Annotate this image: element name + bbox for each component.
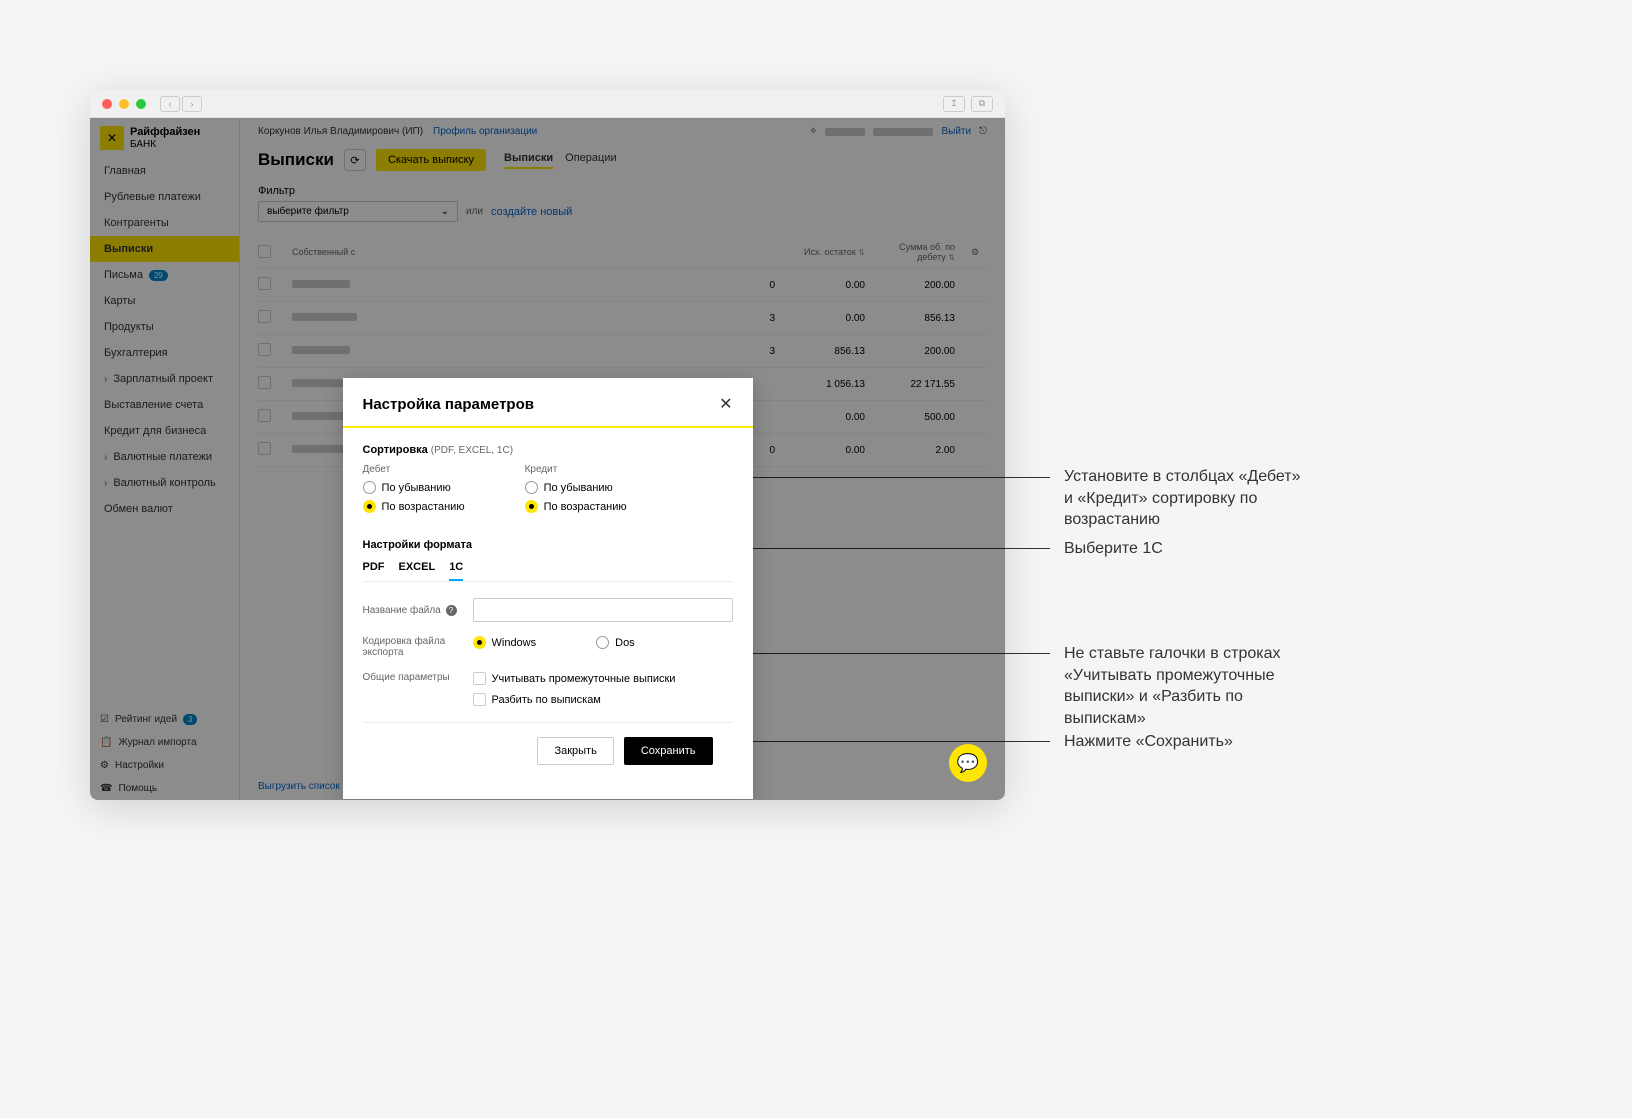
intermediate-checkbox[interactable]: Учитывать промежуточные выписки xyxy=(473,672,733,685)
filename-input[interactable] xyxy=(473,598,733,622)
close-window-icon[interactable] xyxy=(102,99,112,109)
format-tab-pdf[interactable]: PDF xyxy=(363,561,385,581)
traffic-lights xyxy=(102,99,146,109)
annotation-tab: Выберите 1С xyxy=(1064,538,1163,560)
annotation-sort: Установите в столбцах «Дебет» и «Кредит»… xyxy=(1064,466,1304,531)
credit-col-label: Кредит xyxy=(525,464,627,475)
tabs-icon[interactable]: ⧉ xyxy=(971,96,993,112)
split-checkbox[interactable]: Разбить по выпискам xyxy=(473,693,733,706)
annotation-checks: Не ставьте галочки в строках «Учитывать … xyxy=(1064,643,1294,729)
sort-section-label: Сортировка xyxy=(363,444,428,456)
credit-desc-radio[interactable]: По убыванию xyxy=(525,481,627,494)
maximize-window-icon[interactable] xyxy=(136,99,146,109)
browser-right-controls: ↥ ⧉ xyxy=(943,96,993,112)
app-content: ✕ Райффайзен БАНК ГлавнаяРублевые платеж… xyxy=(90,118,1005,800)
sort-section-sublabel: (PDF, EXCEL, 1C) xyxy=(431,445,513,456)
format-tab-excel[interactable]: EXCEL xyxy=(399,561,436,581)
minimize-window-icon[interactable] xyxy=(119,99,129,109)
debit-desc-radio[interactable]: По убыванию xyxy=(363,481,465,494)
nav-arrows: ‹ › xyxy=(160,96,202,112)
settings-modal: Настройка параметров ✕ Сортировка (PDF, … xyxy=(343,378,753,799)
browser-chrome: ‹ › ↥ ⧉ xyxy=(90,90,1005,118)
debit-col-label: Дебет xyxy=(363,464,465,475)
modal-header: Настройка параметров ✕ xyxy=(343,378,753,428)
filename-label: Название файла xyxy=(363,605,441,616)
credit-asc-radio[interactable]: По возрастанию xyxy=(525,500,627,513)
close-icon[interactable]: ✕ xyxy=(719,394,732,414)
chat-button[interactable]: 💬 xyxy=(949,744,987,782)
format-tab-1c[interactable]: 1C xyxy=(449,561,463,581)
back-button[interactable]: ‹ xyxy=(160,96,180,112)
modal-title: Настройка параметров xyxy=(363,396,534,413)
format-section-label: Настройки формата xyxy=(363,539,733,551)
debit-asc-radio[interactable]: По возрастанию xyxy=(363,500,465,513)
encoding-windows-radio[interactable]: Windows xyxy=(473,636,537,649)
browser-window: ‹ › ↥ ⧉ ✕ Райффайзен БАНК ГлавнаяРублевы… xyxy=(90,90,1005,800)
encoding-dos-radio[interactable]: Dos xyxy=(596,636,635,649)
close-button[interactable]: Закрыть xyxy=(537,737,613,765)
modal-body: Сортировка (PDF, EXCEL, 1C) Дебет По убы… xyxy=(343,428,753,799)
help-icon[interactable]: ? xyxy=(446,605,457,616)
general-params-label: Общие параметры xyxy=(363,672,463,683)
share-icon[interactable]: ↥ xyxy=(943,96,965,112)
modal-footer: Закрыть Сохранить xyxy=(363,722,733,783)
forward-button[interactable]: › xyxy=(182,96,202,112)
annotation-save: Нажмите «Сохранить» xyxy=(1064,731,1233,753)
save-button[interactable]: Сохранить xyxy=(624,737,713,765)
encoding-label: Кодировка файла экспорта xyxy=(363,636,463,658)
